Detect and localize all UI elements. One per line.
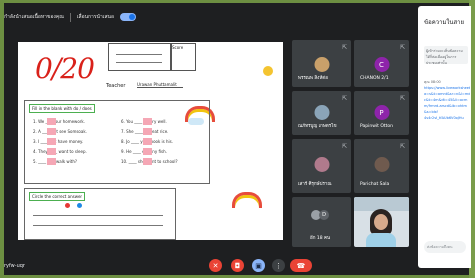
chat-link[interactable]: https://www.liveworksheets.com/ [424, 86, 470, 90]
pin-icon[interactable]: ⇱ [342, 95, 347, 102]
answer-blank[interactable] [47, 158, 56, 165]
avatar [314, 105, 329, 120]
pin-icon[interactable]: ⇱ [342, 143, 347, 150]
answer-blank[interactable] [47, 138, 56, 145]
participant-name: ณภัทรบูญ เกษตรไข [298, 124, 337, 129]
camera-icon: ◘ [234, 261, 241, 270]
self-view-tile[interactable] [354, 197, 409, 247]
participant-name: พรรณพ สิงห์ต่อ [298, 76, 328, 81]
mic-off-icon: ✕ [212, 261, 219, 270]
present-icon: ▣ [255, 261, 262, 270]
participant-tile[interactable]: ⇱ C CHANON 2/1 [354, 40, 409, 87]
avatar: C [374, 57, 389, 72]
participant-tile[interactable]: ⇱ พรรณพ สิงห์ต่อ [292, 40, 351, 87]
pin-icon[interactable]: ⇱ [400, 44, 405, 51]
answer-blank[interactable] [143, 128, 152, 135]
participant-tile[interactable]: ⇱ Parichat Sala [354, 139, 409, 193]
name-line [116, 54, 162, 55]
answer-dot[interactable] [65, 203, 70, 208]
chat-sender-time: คุณ 08:00 [424, 80, 441, 84]
class-line [116, 62, 162, 63]
participant-tile[interactable]: ⇱ เสาร์ ศิรุกษ์ปราณ [292, 139, 351, 193]
presentation-toolbar: กำลังนำเสนอเนื้อหาของคุณ เลื่อนการนำเสนอ [4, 10, 136, 24]
participant-tile[interactable]: ⇱ ณภัทรบูญ เกษตรไข [292, 91, 351, 135]
answer-blank[interactable] [143, 118, 152, 125]
more-vert-icon: ⋮ [275, 261, 282, 270]
present-button[interactable]: ▣ [252, 259, 265, 272]
name-box [108, 43, 172, 71]
avatar: P [374, 105, 389, 120]
frame-top [0, 0, 475, 3]
presenting-label: กำลังนำเสนอเนื้อหาของคุณ [4, 14, 64, 20]
exercise-row: 3. I ____ not have money. [33, 139, 84, 144]
teacher-name: Urawan Phuttamalit [137, 82, 183, 88]
answer-blank[interactable] [47, 148, 56, 155]
exercise-1-box: Fill in the blank with do / does 1. We _… [24, 100, 210, 184]
participant-name: Parichat Sala [360, 182, 390, 187]
answer-blank[interactable] [143, 138, 152, 145]
mic-off-button[interactable]: ✕ [209, 259, 222, 272]
sun-icon [263, 66, 273, 76]
exercise-1-title: Fill in the blank with do / does [29, 104, 95, 113]
toolbar-divider [69, 12, 71, 22]
participant-name: CHANON 2/1 [360, 76, 389, 81]
participant-name: เสาร์ ศิรุกษ์ปราณ [298, 182, 332, 187]
avatar [314, 57, 329, 72]
participant-tile[interactable]: ⇱ P Papinwit Otton [354, 91, 409, 135]
teacher-label: Teacher [106, 83, 126, 89]
handwritten-score: 0/20 [35, 52, 95, 85]
chat-link[interactable]: 4v4r2vI_tfAUb6V0oJHu [424, 116, 470, 120]
more-options-button[interactable]: ⋮ [272, 259, 285, 272]
answer-blank[interactable] [47, 118, 56, 125]
chat-link[interactable]: m/frmrd-arscd&ib=xhtm [424, 104, 470, 108]
avatar [314, 157, 329, 172]
answer-blank[interactable] [143, 158, 152, 165]
follow-presentation-toggle[interactable] [119, 13, 136, 21]
exercise-line [33, 215, 163, 216]
chat-title: ข้อความในสาย [424, 19, 464, 26]
answer-blank[interactable] [143, 148, 152, 155]
avatar: D [319, 210, 329, 220]
pin-icon[interactable]: ⇱ [342, 44, 347, 51]
chat-link[interactable]: c&t=4m&dt=45&li=ocm [424, 98, 470, 102]
call-end-icon: ☎ [296, 261, 306, 270]
chat-link[interactable]: a=s&t=amnt&sr=n&l=md&i= [424, 92, 470, 96]
chat-notice: ผู้เข้าร่วมจะเห็นข้อความได้ก็ต่อเมื่ออยู… [424, 46, 468, 64]
frame-left [0, 0, 4, 278]
more-participants-tile[interactable]: D อีก 18 คน [292, 197, 351, 247]
exercise-2-title: Circle the correct answer [29, 192, 86, 201]
exercise-2-box: Circle the correct answer [24, 188, 176, 240]
rainbow-icon [232, 192, 262, 208]
participant-name: Papinwit Otton [360, 124, 394, 129]
avatar [374, 157, 389, 172]
meeting-code: ryfw-uqr [4, 263, 25, 269]
shared-screen: Score 0/20 Teacher Urawan Phuttamalit Fi… [18, 42, 283, 240]
follow-presentation-label: เลื่อนการนำเสนอ [76, 14, 114, 20]
chat-panel: ข้อความในสาย ผู้เข้าร่วมจะเห็นข้อความได้… [418, 6, 471, 268]
exercise-line [33, 225, 163, 226]
self-view-shirt [366, 233, 396, 247]
self-view-face [374, 214, 388, 230]
exercise-row: 1. We ____ our homework. [33, 119, 86, 124]
score-box-label: Score [172, 45, 184, 50]
pin-icon[interactable]: ⇱ [400, 143, 405, 150]
camera-button[interactable]: ◘ [231, 259, 244, 272]
chat-input[interactable]: ส่งข้อความถึงคน [424, 241, 466, 253]
chat-link[interactable]: &s=blsf [424, 110, 470, 114]
pin-icon[interactable]: ⇱ [400, 95, 405, 102]
end-call-button[interactable]: ☎ [290, 259, 312, 272]
exercise-row: 2. A ____ not see Somsoak. [33, 129, 87, 134]
more-participants-label: อีก 18 คน [310, 236, 331, 241]
answer-blank[interactable] [47, 128, 56, 135]
exercise-row: 4. They ____ want to sleep. [33, 149, 87, 154]
answer-dot[interactable] [77, 203, 82, 208]
